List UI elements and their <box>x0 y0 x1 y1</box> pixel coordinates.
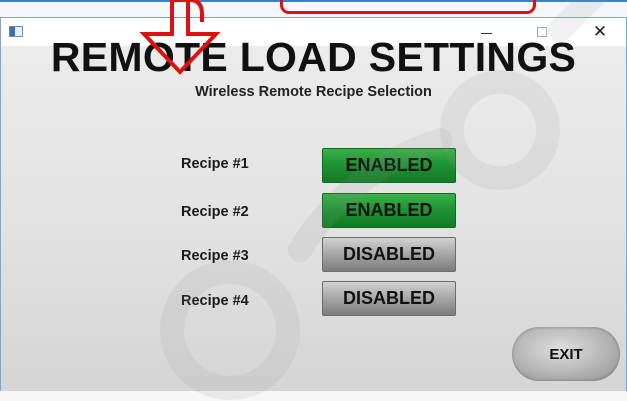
annotation-highlight-box <box>280 0 536 14</box>
background-app-strip <box>0 0 627 18</box>
background-taskbar-strip <box>0 391 627 401</box>
recipe-2-label: Recipe #2 <box>181 204 249 220</box>
exit-button[interactable]: EXIT <box>512 327 620 381</box>
recipe-3-toggle-button[interactable]: DISABLED <box>322 237 456 272</box>
recipe-2-toggle-button[interactable]: ENABLED <box>322 193 456 228</box>
red-down-arrow-icon <box>139 0 221 75</box>
recipe-1-label: Recipe #1 <box>181 156 249 172</box>
recipe-1-toggle-button[interactable]: ENABLED <box>322 148 456 183</box>
page-subtitle: Wireless Remote Recipe Selection <box>195 84 432 100</box>
recipe-4-toggle-button[interactable]: DISABLED <box>322 281 456 316</box>
recipe-4-label: Recipe #4 <box>181 293 249 309</box>
page-title: REMOTE LOAD SETTINGS <box>50 34 577 80</box>
recipe-3-label: Recipe #3 <box>181 248 249 264</box>
